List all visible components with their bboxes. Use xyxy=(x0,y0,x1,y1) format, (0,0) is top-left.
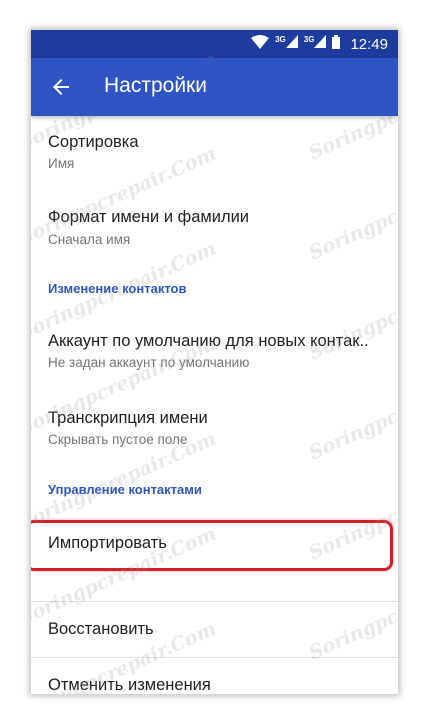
setting-title: Сортировка xyxy=(48,133,139,151)
setting-transcription[interactable]: Транскрипция имени Скрывать пустое поле xyxy=(31,392,398,472)
network-type-label: 3G xyxy=(303,34,315,44)
highlight-frame xyxy=(31,520,393,571)
setting-restore[interactable]: Восстановить xyxy=(31,602,398,658)
section-header-manage-contacts: Управление контактами xyxy=(48,482,202,497)
signal-icon xyxy=(314,35,327,53)
setting-title: Аккаунт по умолчанию для новых контак.. xyxy=(48,332,369,350)
setting-default-account[interactable]: Аккаунт по умолчанию для новых контак.. … xyxy=(31,306,398,392)
setting-title: Отменить изменения xyxy=(48,676,211,694)
setting-sort[interactable]: Сортировка Имя xyxy=(31,116,398,188)
setting-title: Транскрипция имени xyxy=(48,409,208,427)
app-bar: Настройки xyxy=(31,58,398,116)
setting-subtitle: Имя xyxy=(48,156,75,171)
battery-icon xyxy=(332,34,341,54)
page-title: Настройки xyxy=(104,74,207,97)
setting-title: Восстановить xyxy=(48,620,154,638)
network-type-label: 3G xyxy=(275,34,286,44)
setting-undo[interactable]: Отменить изменения xyxy=(31,658,398,694)
arrow-back-icon[interactable] xyxy=(49,75,73,99)
setting-subtitle: Не задан аккаунт по умолчанию xyxy=(48,355,250,370)
wifi-icon xyxy=(251,34,270,54)
setting-name-format[interactable]: Формат имени и фамилии Сначала имя xyxy=(31,188,398,264)
phone-screen: 3G 3G 12:49 Настройки Сортировка Имя Фор… xyxy=(31,30,398,694)
setting-subtitle: Сначала имя xyxy=(48,232,131,247)
signal-icon xyxy=(285,35,298,53)
status-bar: 3G 3G 12:49 xyxy=(31,30,398,58)
setting-subtitle: Скрывать пустое поле xyxy=(48,432,188,447)
clock: 12:49 xyxy=(350,35,388,53)
setting-title: Формат имени и фамилии xyxy=(48,208,250,226)
section-header-edit-contacts: Изменение контактов xyxy=(48,281,187,296)
